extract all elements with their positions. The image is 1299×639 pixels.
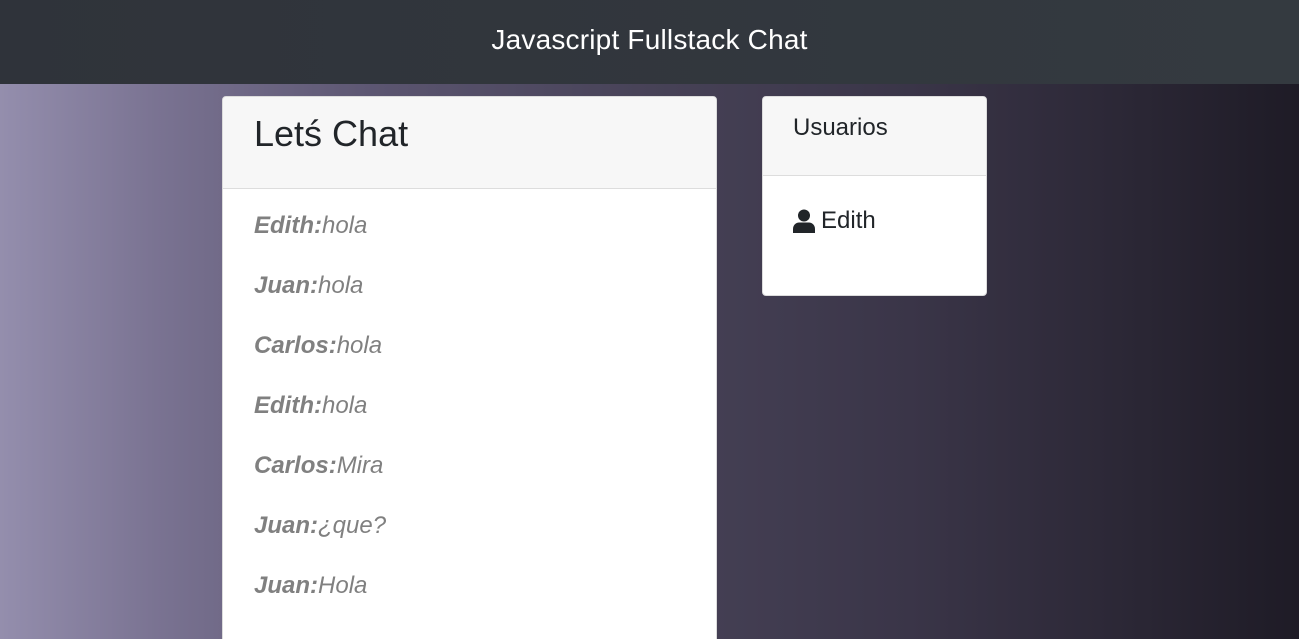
message-author: Juan: [254,512,319,539]
message-author: Juan: [254,272,319,299]
user-name: Edith [821,207,876,234]
message-item: Edith:hola [254,211,716,271]
message-text: hola [321,392,368,419]
message-list[interactable]: Edith:hola Juan:hola Carlos:hola Edith:h… [223,189,716,631]
user-list: Edith [763,176,986,235]
users-header: Usuarios [763,97,986,176]
users-title: Usuarios [793,114,888,141]
message-text: hola [321,212,368,239]
message-text: Hola [318,572,368,599]
message-text: Mira [336,452,384,479]
message-author: Edith: [254,392,322,419]
message-item: Edith:hola [254,391,716,451]
user-icon [793,209,815,233]
message-text: hola [336,332,383,359]
chat-header: Letś Chat [223,97,716,189]
message-text: hola [318,272,364,299]
message-author: Carlos: [254,452,337,479]
message-item: Juan:Hola [254,571,716,631]
message-author: Juan: [254,572,319,599]
message-item: Carlos:hola [254,331,716,391]
chat-panel: Letś Chat Edith:hola Juan:hola Carlos:ho… [222,96,717,639]
message-item: Juan:¿que? [254,511,716,571]
message-item: Carlos:Mira [254,451,716,511]
user-list-item[interactable]: Edith [793,207,986,235]
message-item: Juan:hola [254,271,716,331]
message-author: Carlos: [254,332,337,359]
chat-title: Letś Chat [254,113,409,154]
message-text: ¿que? [318,512,387,539]
navbar: Javascript Fullstack Chat [0,0,1299,84]
users-panel: Usuarios Edith [762,96,987,296]
app-title: Javascript Fullstack Chat [491,24,808,55]
message-author: Edith: [254,212,322,239]
